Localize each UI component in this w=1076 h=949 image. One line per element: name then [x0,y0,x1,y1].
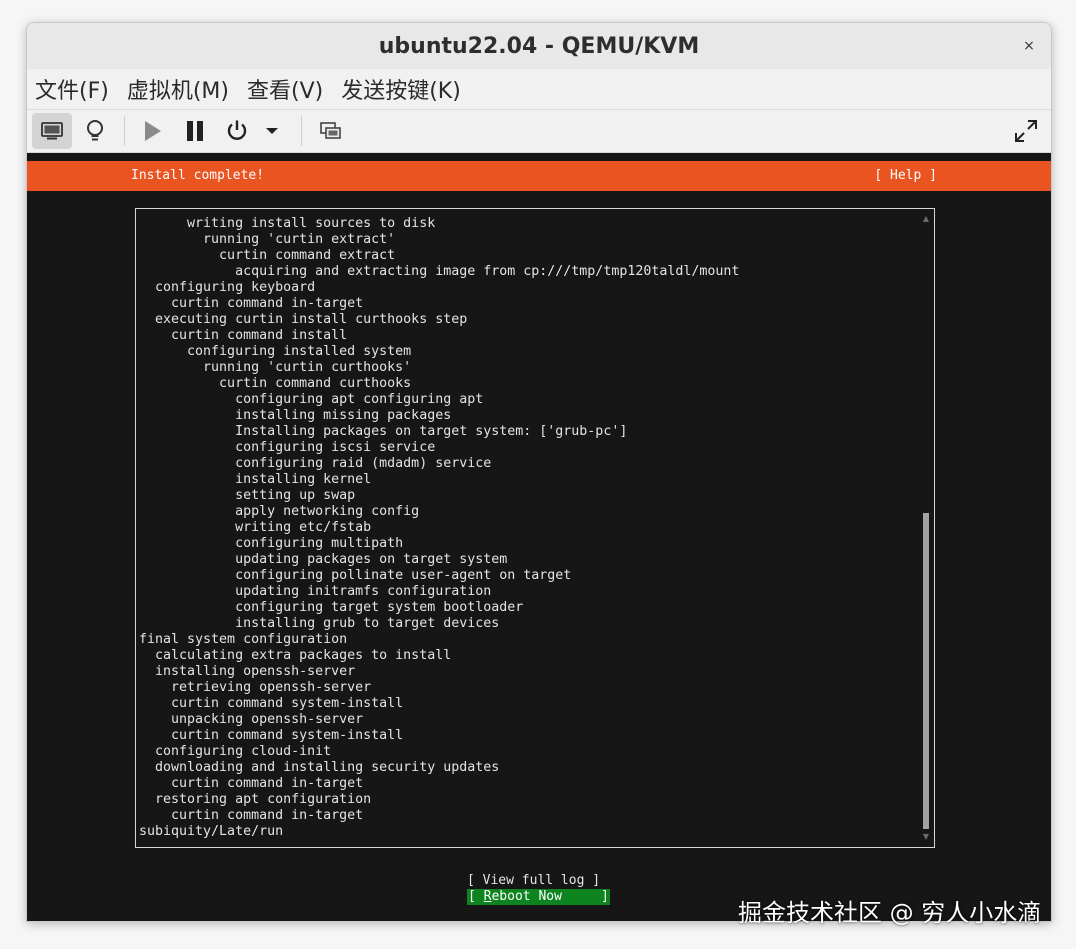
log-line: configuring apt configuring apt [139,392,484,407]
window-title: ubuntu22.04 - QEMU/KVM [378,33,700,59]
toolbar-separator [124,116,125,146]
log-scrollbar[interactable]: ▲ ▼ [922,215,930,841]
log-line: curtin command system-install [139,728,404,743]
log-line: updating initramfs configuration [139,584,492,599]
pause-icon[interactable] [175,113,215,149]
log-line: curtin command extract [139,248,396,263]
scroll-track[interactable] [923,227,929,829]
reboot-prefix: [ [468,889,484,904]
log-line: running 'curtin extract' [139,232,396,247]
log-line: installing grub to target devices [139,616,500,631]
log-line: configuring keyboard [139,280,316,295]
log-line: configuring installed system [139,344,412,359]
log-line: apply networking config [139,504,420,519]
toolbar-separator [301,116,302,146]
log-line: updating packages on target system [139,552,508,567]
log-line: installing missing packages [139,408,452,423]
log-line: calculating extra packages to install [139,648,452,663]
log-line: curtin command in-target [139,776,364,791]
fullscreen-icon[interactable] [1006,113,1046,149]
log-line: curtin command curthooks [139,376,412,391]
installer-header: Install complete! [ Help ] [27,161,1051,191]
power-icon[interactable] [217,113,257,149]
scroll-up-icon[interactable]: ▲ [922,215,930,223]
log-lines: writing install sources to disk running … [139,216,739,840]
menu-bar: 文件(F) 虚拟机(M) 查看(V) 发送按键(K) [27,69,1051,110]
reboot-now-button[interactable]: [ Reboot Now ] [467,889,610,905]
vm-window: ubuntu22.04 - QEMU/KVM × 文件(F) 虚拟机(M) 查看… [26,22,1052,922]
log-line: retrieving openssh-server [139,680,372,695]
log-line: curtin command system-install [139,696,404,711]
install-log[interactable]: writing install sources to disk running … [135,208,935,848]
title-bar[interactable]: ubuntu22.04 - QEMU/KVM × [27,23,1051,69]
log-line: restoring apt configuration [139,792,372,807]
log-line: curtin command in-target [139,296,364,311]
log-line: executing curtin install curthooks step [139,312,468,327]
toolbar [27,110,1051,153]
scroll-down-icon[interactable]: ▼ [922,833,930,841]
menu-send-key[interactable]: 发送按键(K) [333,73,469,105]
play-icon[interactable] [132,113,172,149]
log-line: configuring iscsi service [139,440,436,455]
log-line: curtin command install [139,328,348,343]
dropdown-arrow-icon[interactable] [257,113,287,149]
menu-view[interactable]: 查看(V) [239,73,331,105]
log-line: unpacking openssh-server [139,712,364,727]
log-line: subiquity/Late/run [139,824,284,839]
screenshot-icon[interactable] [311,113,351,149]
log-line: running 'curtin curthooks' [139,360,412,375]
log-line: configuring raid (mdadm) service [139,456,492,471]
log-line: final system configuration [139,632,348,647]
help-button[interactable]: [ Help ] [874,168,937,183]
log-line: Installing packages on target system: ['… [139,424,628,439]
log-line: setting up swap [139,488,356,503]
log-line: configuring multipath [139,536,404,551]
scroll-thumb[interactable] [923,513,929,829]
log-line: acquiring and extracting image from cp:/… [139,264,740,279]
vm-screen[interactable]: Install complete! [ Help ] writing insta… [27,153,1051,921]
log-line: downloading and installing security upda… [139,760,500,775]
install-status: Install complete! [131,168,265,183]
view-full-log-button[interactable]: [ View full log ] [467,873,600,889]
lightbulb-icon[interactable] [75,113,115,149]
menu-file[interactable]: 文件(F) [27,73,117,105]
reboot-label: eboot Now ] [491,889,609,904]
menu-vm[interactable]: 虚拟机(M) [119,73,237,105]
log-line: configuring pollinate user-agent on targ… [139,568,572,583]
log-line: writing install sources to disk [139,216,436,231]
log-line: configuring target system bootloader [139,600,524,615]
monitor-icon[interactable] [32,113,72,149]
log-line: installing openssh-server [139,664,356,679]
log-line: writing etc/fstab [139,520,372,535]
watermark: 掘金技术社区 @ 穷人小水滴 [738,899,1042,927]
log-line: installing kernel [139,472,372,487]
log-line: curtin command in-target [139,808,364,823]
close-icon[interactable]: × [1019,36,1039,56]
log-line: configuring cloud-init [139,744,332,759]
